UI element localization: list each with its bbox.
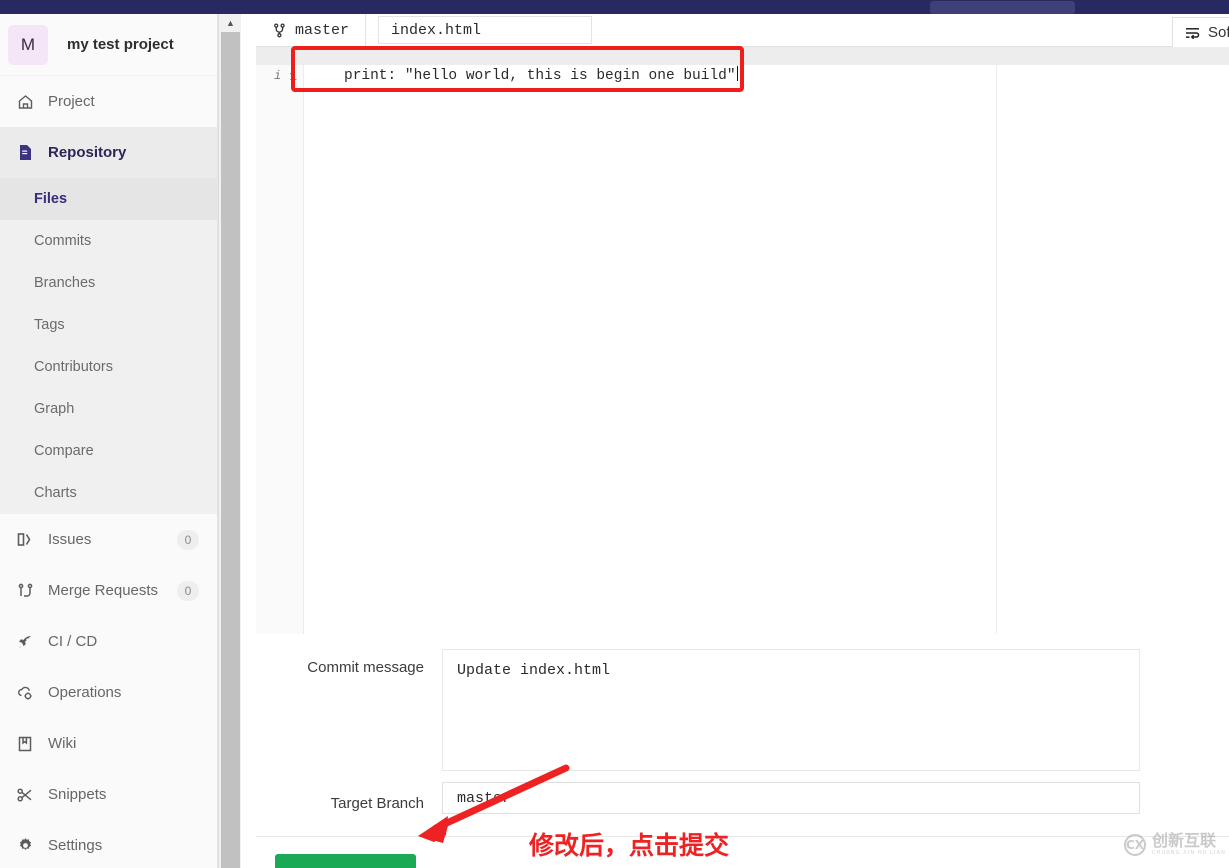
- sidebar-subitem-label: Charts: [34, 485, 77, 501]
- target-branch-input[interactable]: master: [442, 782, 1140, 814]
- scrollbar-gutter: [241, 14, 256, 868]
- sidebar-item-wiki[interactable]: Wiki: [0, 718, 217, 769]
- sidebar-subitem-label: Tags: [34, 317, 65, 333]
- merge-request-icon: [14, 581, 36, 601]
- sidebar-item-label: Snippets: [48, 786, 107, 803]
- sidebar-item-graph[interactable]: Graph: [0, 388, 217, 430]
- sidebar-item-operations[interactable]: Operations: [0, 667, 217, 718]
- page-scrollbar[interactable]: ▲: [218, 14, 242, 868]
- book-icon: [14, 734, 36, 754]
- sidebar-item-label: Project: [48, 93, 95, 110]
- sidebar-item-contributors[interactable]: Contributors: [0, 346, 217, 388]
- scroll-up-arrow-icon[interactable]: ▲: [219, 14, 242, 31]
- issues-icon: [14, 530, 36, 550]
- code-text-area[interactable]: print: "hello world, this is begin one b…: [304, 65, 1229, 634]
- sidebar-subitem-label: Graph: [34, 401, 75, 417]
- sidebar-item-tags[interactable]: Tags: [0, 304, 217, 346]
- target-branch-label: Target Branch: [330, 795, 424, 812]
- watermark-pinyin: CHUANG XIN HU LIAN: [1152, 850, 1226, 856]
- watermark-text: 创新互联 CHUANG XIN HU LIAN: [1152, 833, 1226, 856]
- gear-icon: [14, 836, 36, 856]
- file-name-value: index.html: [391, 21, 482, 39]
- scrollbar-thumb[interactable]: [221, 32, 240, 868]
- watermark: CX 创新互联 CHUANG XIN HU LIAN: [1124, 833, 1226, 856]
- file-name-input[interactable]: index.html: [378, 16, 593, 44]
- sidebar-item-settings[interactable]: Settings: [0, 820, 217, 868]
- sidebar-item-project[interactable]: Project: [0, 76, 217, 127]
- project-header[interactable]: M my test project: [0, 14, 217, 76]
- browser-top-bar: [0, 0, 1229, 14]
- target-branch-row: Target Branch master: [256, 771, 1229, 814]
- info-icon: i: [273, 69, 282, 83]
- sidebar-item-label: Repository: [48, 144, 127, 161]
- sidebar-item-charts[interactable]: Charts: [0, 472, 217, 514]
- watermark-cn: 创新互联: [1152, 831, 1217, 850]
- sidebar-item-issues[interactable]: Issues 0: [0, 514, 217, 565]
- sidebar-item-label: Merge Requests: [48, 582, 159, 599]
- editor-header: master index.html Soft wrap: [256, 14, 1229, 47]
- gutter-top-strip: [256, 47, 304, 65]
- code-editor[interactable]: i 1 print: "hello world, this is begin o…: [256, 47, 1229, 634]
- issues-count-badge: 0: [177, 529, 199, 550]
- branch-name: master: [295, 21, 350, 39]
- commit-form: Commit message Update index.html Target …: [256, 635, 1229, 868]
- operations-icon: [14, 683, 36, 703]
- commit-message-value: Update index.html: [457, 662, 611, 679]
- fork-icon: [274, 22, 285, 38]
- sidebar-subitem-label: Branches: [34, 275, 96, 291]
- project-name: my test project: [67, 36, 174, 53]
- project-avatar: M: [8, 24, 48, 65]
- sidebar-item-snippets[interactable]: Snippets: [0, 769, 217, 820]
- sidebar-item-label: CI / CD: [48, 633, 98, 650]
- annotation-note: 修改后，点击提交: [529, 831, 730, 860]
- line-number: 1: [289, 68, 297, 84]
- sidebar-subitem-label: Contributors: [34, 359, 113, 375]
- code-line-text: print: "hello world, this is begin one b…: [344, 68, 736, 84]
- text-caret: [736, 66, 738, 81]
- soft-wrap-label: Soft wrap: [1208, 24, 1229, 41]
- sidebar-item-label: Issues: [48, 531, 92, 548]
- sidebar-item-label: Wiki: [48, 735, 77, 752]
- editor-top-strip: [304, 47, 1229, 65]
- commit-message-row: Commit message Update index.html: [256, 635, 1229, 771]
- global-search-box[interactable]: [930, 1, 1075, 14]
- sidebar-subitem-label: Commits: [34, 233, 92, 249]
- editor-ruler-line: [996, 65, 997, 634]
- branch-indicator: master: [256, 14, 367, 46]
- sidebar-item-compare[interactable]: Compare: [0, 430, 217, 472]
- watermark-logo-icon: CX: [1124, 833, 1146, 856]
- sidebar-subitem-label: Files: [34, 191, 68, 207]
- sidebar-item-label: Settings: [48, 837, 103, 854]
- rocket-icon: [14, 632, 36, 652]
- document-icon: [14, 143, 36, 163]
- sidebar-item-ci-cd[interactable]: CI / CD: [0, 616, 217, 667]
- scissors-icon: [14, 785, 36, 805]
- sidebar-item-repository[interactable]: Repository: [0, 127, 217, 178]
- commit-changes-button[interactable]: Commit changes: [275, 854, 416, 868]
- sidebar-item-commits[interactable]: Commits: [0, 220, 217, 262]
- sidebar-item-label: Operations: [48, 684, 122, 701]
- repository-subnav: Files Commits Branches Tags Contributors…: [0, 178, 217, 514]
- target-branch-value: master: [457, 789, 512, 807]
- merge-requests-count-badge: 0: [177, 580, 199, 601]
- commit-message-input[interactable]: Update index.html: [442, 649, 1140, 771]
- sidebar-item-branches[interactable]: Branches: [0, 262, 217, 304]
- wrap-icon: [1185, 27, 1200, 39]
- sidebar-subitem-label: Compare: [34, 443, 94, 459]
- home-icon: [14, 92, 36, 112]
- app-root: M my test project Project Repository Fil…: [0, 0, 1229, 868]
- code-line-1[interactable]: print: "hello world, this is begin one b…: [304, 65, 738, 87]
- sidebar-item-merge-requests[interactable]: Merge Requests 0: [0, 565, 217, 616]
- main-content: master index.html Soft wrap: [256, 14, 1229, 868]
- gutter-line-row: i 1: [256, 65, 304, 87]
- form-divider: [256, 836, 1229, 837]
- commit-message-label: Commit message: [307, 659, 424, 676]
- editor-gutter: i 1: [256, 47, 304, 634]
- sidebar-item-files[interactable]: Files: [0, 178, 217, 220]
- soft-wrap-button[interactable]: Soft wrap: [1172, 17, 1229, 47]
- project-sidebar: M my test project Project Repository Fil…: [0, 14, 218, 868]
